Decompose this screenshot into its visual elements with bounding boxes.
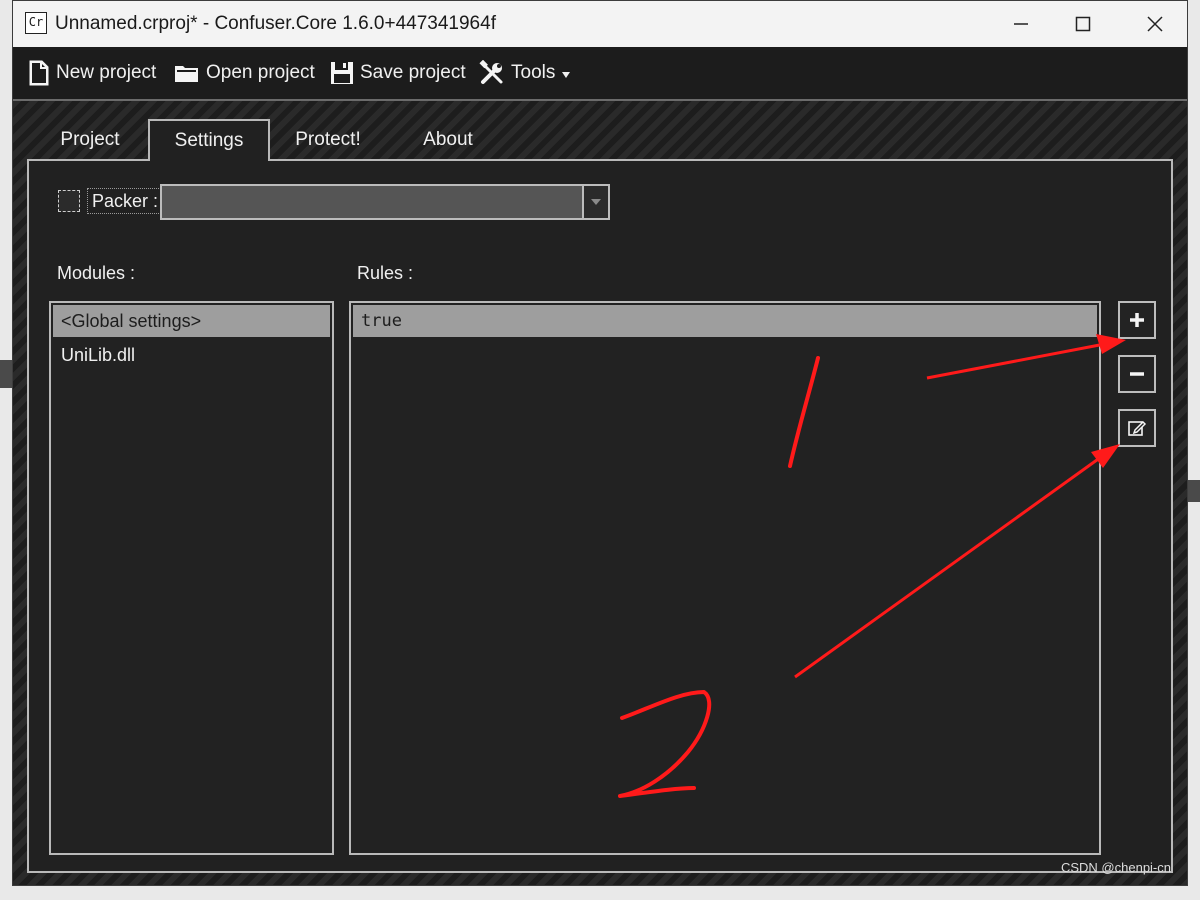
tools-label: Tools <box>511 62 556 83</box>
maximize-icon <box>1075 16 1091 32</box>
packer-checkbox[interactable] <box>58 190 80 212</box>
close-icon <box>1147 16 1163 32</box>
tab-about-label: About <box>423 129 473 150</box>
background-strip <box>1188 480 1200 502</box>
tab-project[interactable]: Project <box>35 119 145 161</box>
plus-icon <box>1130 313 1144 327</box>
tab-settings[interactable]: Settings <box>148 119 270 161</box>
main-area: Project Settings Protect! About Packer :… <box>13 101 1187 885</box>
chevron-down-icon <box>562 72 571 78</box>
minimize-icon <box>1014 23 1028 25</box>
folder-icon <box>175 66 198 82</box>
settings-panel: Packer : Modules : Rules : <Global setti… <box>27 159 1173 873</box>
tools-icon <box>479 60 503 84</box>
modules-label: Modules : <box>57 263 136 283</box>
list-item[interactable]: UniLib.dll <box>53 339 330 371</box>
packer-select[interactable] <box>160 184 610 220</box>
add-rule-button[interactable] <box>1118 301 1156 339</box>
save-project-label: Save project <box>360 62 466 83</box>
document-icon <box>29 60 49 86</box>
tools-menu-button[interactable]: Tools <box>479 59 571 87</box>
window-title: Unnamed.crproj* - Confuser.Core 1.6.0+44… <box>55 13 496 34</box>
background-strip <box>0 360 12 388</box>
rules-label: Rules : <box>357 263 414 283</box>
packer-label: Packer : <box>87 188 164 214</box>
new-project-label: New project <box>56 62 157 83</box>
tab-about[interactable]: About <box>393 119 503 161</box>
open-project-button[interactable]: Open project <box>174 59 315 87</box>
list-item[interactable]: <Global settings> <box>53 305 330 337</box>
toolbar: New project Open project Save project To… <box>13 47 1187 101</box>
new-project-button[interactable]: New project <box>28 59 156 87</box>
floppy-icon <box>331 62 353 84</box>
app-window: Cr Unnamed.crproj* - Confuser.Core 1.6.0… <box>12 0 1188 886</box>
minus-icon <box>1130 372 1144 376</box>
chevron-down-icon <box>591 199 601 205</box>
modules-list[interactable]: <Global settings> UniLib.dll <box>49 301 334 855</box>
close-button[interactable] <box>1123 1 1187 47</box>
title-bar: Cr Unnamed.crproj* - Confuser.Core 1.6.0… <box>13 1 1187 47</box>
tab-protect[interactable]: Protect! <box>273 119 383 161</box>
minimize-button[interactable] <box>989 1 1053 47</box>
remove-rule-button[interactable] <box>1118 355 1156 393</box>
rules-list[interactable]: true <box>349 301 1101 855</box>
open-project-label: Open project <box>206 62 315 83</box>
save-project-button[interactable]: Save project <box>330 59 466 87</box>
tab-settings-label: Settings <box>174 130 244 151</box>
edit-icon <box>1128 420 1147 436</box>
packer-dropdown-button[interactable] <box>582 186 608 218</box>
tab-protect-label: Protect! <box>295 129 361 150</box>
watermark: CSDN @chenpi-cn <box>1060 860 1171 875</box>
maximize-button[interactable] <box>1051 1 1115 47</box>
tab-project-label: Project <box>60 129 120 150</box>
app-icon: Cr <box>25 12 47 34</box>
edit-rule-button[interactable] <box>1118 409 1156 447</box>
list-item[interactable]: true <box>353 305 1097 337</box>
